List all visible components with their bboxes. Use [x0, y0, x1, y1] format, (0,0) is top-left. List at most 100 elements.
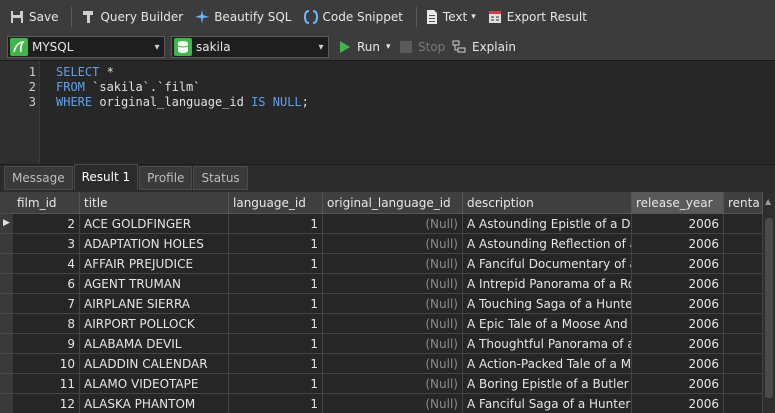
table-cell[interactable]: ALABAMA DEVIL	[80, 334, 229, 354]
table-cell[interactable]	[724, 214, 763, 234]
table-cell[interactable]: 6	[13, 274, 80, 294]
table-cell[interactable]: (Null)	[323, 274, 463, 294]
table-cell[interactable]: ALAMO VIDEOTAPE	[80, 374, 229, 394]
table-cell[interactable]: (Null)	[323, 294, 463, 314]
table-cell[interactable]: 2006	[632, 294, 724, 314]
table-cell[interactable]: 2006	[632, 274, 724, 294]
table-cell[interactable]: (Null)	[323, 394, 463, 413]
sql-editor[interactable]: 1 2 3 SELECT * FROM `sakila`.`film` WHER…	[0, 60, 775, 164]
row-indicator[interactable]	[0, 394, 13, 413]
scroll-up-icon[interactable]: ▲	[765, 197, 771, 206]
table-cell[interactable]: ACE GOLDFINGER	[80, 214, 229, 234]
table-cell[interactable]: 1	[229, 214, 323, 234]
vertical-scrollbar[interactable]: ▲	[763, 192, 775, 413]
table-cell[interactable]: 1	[229, 294, 323, 314]
row-indicator[interactable]	[0, 354, 13, 374]
table-cell[interactable]: A Astounding Reflection of a Lu	[463, 234, 632, 254]
table-cell[interactable]: (Null)	[323, 234, 463, 254]
column-header-original-language-id[interactable]: original_language_id	[323, 192, 463, 214]
table-cell[interactable]: 1	[229, 314, 323, 334]
table-cell[interactable]: 1	[229, 394, 323, 413]
table-cell[interactable]: (Null)	[323, 374, 463, 394]
table-cell[interactable]: 1	[229, 274, 323, 294]
table-cell[interactable]	[724, 274, 763, 294]
table-cell[interactable]: (Null)	[323, 254, 463, 274]
result-grid[interactable]: ▲ film_id title language_id original_langua…	[0, 192, 775, 413]
row-indicator[interactable]	[0, 314, 13, 334]
table-cell[interactable]: A Intrepid Panorama of a Robot	[463, 274, 632, 294]
table-cell[interactable]: (Null)	[323, 214, 463, 234]
row-indicator[interactable]: ▶	[0, 214, 13, 234]
run-button[interactable]: Run ▾	[339, 36, 391, 58]
table-cell[interactable]: A Epic Tale of a Moose And a G	[463, 314, 632, 334]
column-header-renta[interactable]: renta	[724, 192, 763, 214]
table-cell[interactable]: 8	[13, 314, 80, 334]
table-cell[interactable]: ADAPTATION HOLES	[80, 234, 229, 254]
explain-button[interactable]: Explain	[452, 36, 516, 58]
scrollbar-thumb[interactable]	[765, 218, 773, 398]
table-cell[interactable]: 3	[13, 234, 80, 254]
table-cell[interactable]: ALADDIN CALENDAR	[80, 354, 229, 374]
table-cell[interactable]	[724, 294, 763, 314]
table-cell[interactable]: 4	[13, 254, 80, 274]
text-button[interactable]: Text ▾	[422, 5, 480, 29]
table-cell[interactable]: 2006	[632, 314, 724, 334]
save-button[interactable]: Save	[6, 5, 62, 29]
column-header-language-id[interactable]: language_id	[229, 192, 323, 214]
table-cell[interactable]: 1	[229, 354, 323, 374]
table-cell[interactable]: 1	[229, 234, 323, 254]
row-indicator[interactable]	[0, 274, 13, 294]
table-cell[interactable]: A Action-Packed Tale of a Man	[463, 354, 632, 374]
table-cell[interactable]	[724, 374, 763, 394]
table-cell[interactable]: 2006	[632, 374, 724, 394]
beautify-sql-button[interactable]: Beautify SQL	[191, 5, 295, 29]
table-cell[interactable]: 1	[229, 254, 323, 274]
tab-profile[interactable]: Profile	[139, 166, 193, 190]
table-cell[interactable]	[724, 334, 763, 354]
column-header-description[interactable]: description	[463, 192, 632, 214]
row-indicator[interactable]	[0, 374, 13, 394]
table-cell[interactable]: 2006	[632, 354, 724, 374]
table-cell[interactable]: 11	[13, 374, 80, 394]
table-cell[interactable]: 1	[229, 334, 323, 354]
table-cell[interactable]: 2	[13, 214, 80, 234]
table-cell[interactable]: 12	[13, 394, 80, 413]
row-indicator[interactable]	[0, 234, 13, 254]
table-cell[interactable]	[724, 394, 763, 413]
row-indicator[interactable]	[0, 294, 13, 314]
table-cell[interactable]: 2006	[632, 394, 724, 413]
connection-select[interactable]: MYSQL ▾	[7, 36, 165, 58]
database-select[interactable]: sakila ▾	[171, 36, 329, 58]
table-cell[interactable]: ALASKA PHANTOM	[80, 394, 229, 413]
table-cell[interactable]: A Fanciful Saga of a Hunter An	[463, 394, 632, 413]
table-cell[interactable]: A Fanciful Documentary of a Fr	[463, 254, 632, 274]
table-cell[interactable]	[724, 354, 763, 374]
table-cell[interactable]: 2006	[632, 214, 724, 234]
column-header-release-year[interactable]: release_year	[632, 192, 724, 214]
table-cell[interactable]: A Boring Epistle of a Butler And	[463, 374, 632, 394]
row-indicator[interactable]	[0, 254, 13, 274]
table-cell[interactable]: A Thoughtful Panorama of a Da	[463, 334, 632, 354]
table-cell[interactable]: (Null)	[323, 314, 463, 334]
table-cell[interactable]: (Null)	[323, 354, 463, 374]
table-cell[interactable]: AIRPLANE SIERRA	[80, 294, 229, 314]
table-cell[interactable]	[724, 234, 763, 254]
column-header-film-id[interactable]: film_id	[13, 192, 80, 214]
row-indicator[interactable]	[0, 334, 13, 354]
table-cell[interactable]: (Null)	[323, 334, 463, 354]
table-cell[interactable]: AIRPORT POLLOCK	[80, 314, 229, 334]
export-result-button[interactable]: Export Result	[484, 5, 591, 29]
table-cell[interactable]: 2006	[632, 254, 724, 274]
tab-status[interactable]: Status	[193, 166, 248, 190]
table-cell[interactable]: A Touching Saga of a Hunter A	[463, 294, 632, 314]
tab-result-1[interactable]: Result 1	[73, 164, 139, 190]
query-builder-button[interactable]: Query Builder	[77, 5, 187, 29]
table-cell[interactable]: 2006	[632, 234, 724, 254]
table-cell[interactable]: 10	[13, 354, 80, 374]
table-cell[interactable]	[724, 314, 763, 334]
tab-message[interactable]: Message	[4, 166, 73, 190]
table-cell[interactable]: A Astounding Epistle of a Datab	[463, 214, 632, 234]
table-cell[interactable]: AFFAIR PREJUDICE	[80, 254, 229, 274]
table-cell[interactable]: 1	[229, 374, 323, 394]
table-cell[interactable]: 2006	[632, 334, 724, 354]
